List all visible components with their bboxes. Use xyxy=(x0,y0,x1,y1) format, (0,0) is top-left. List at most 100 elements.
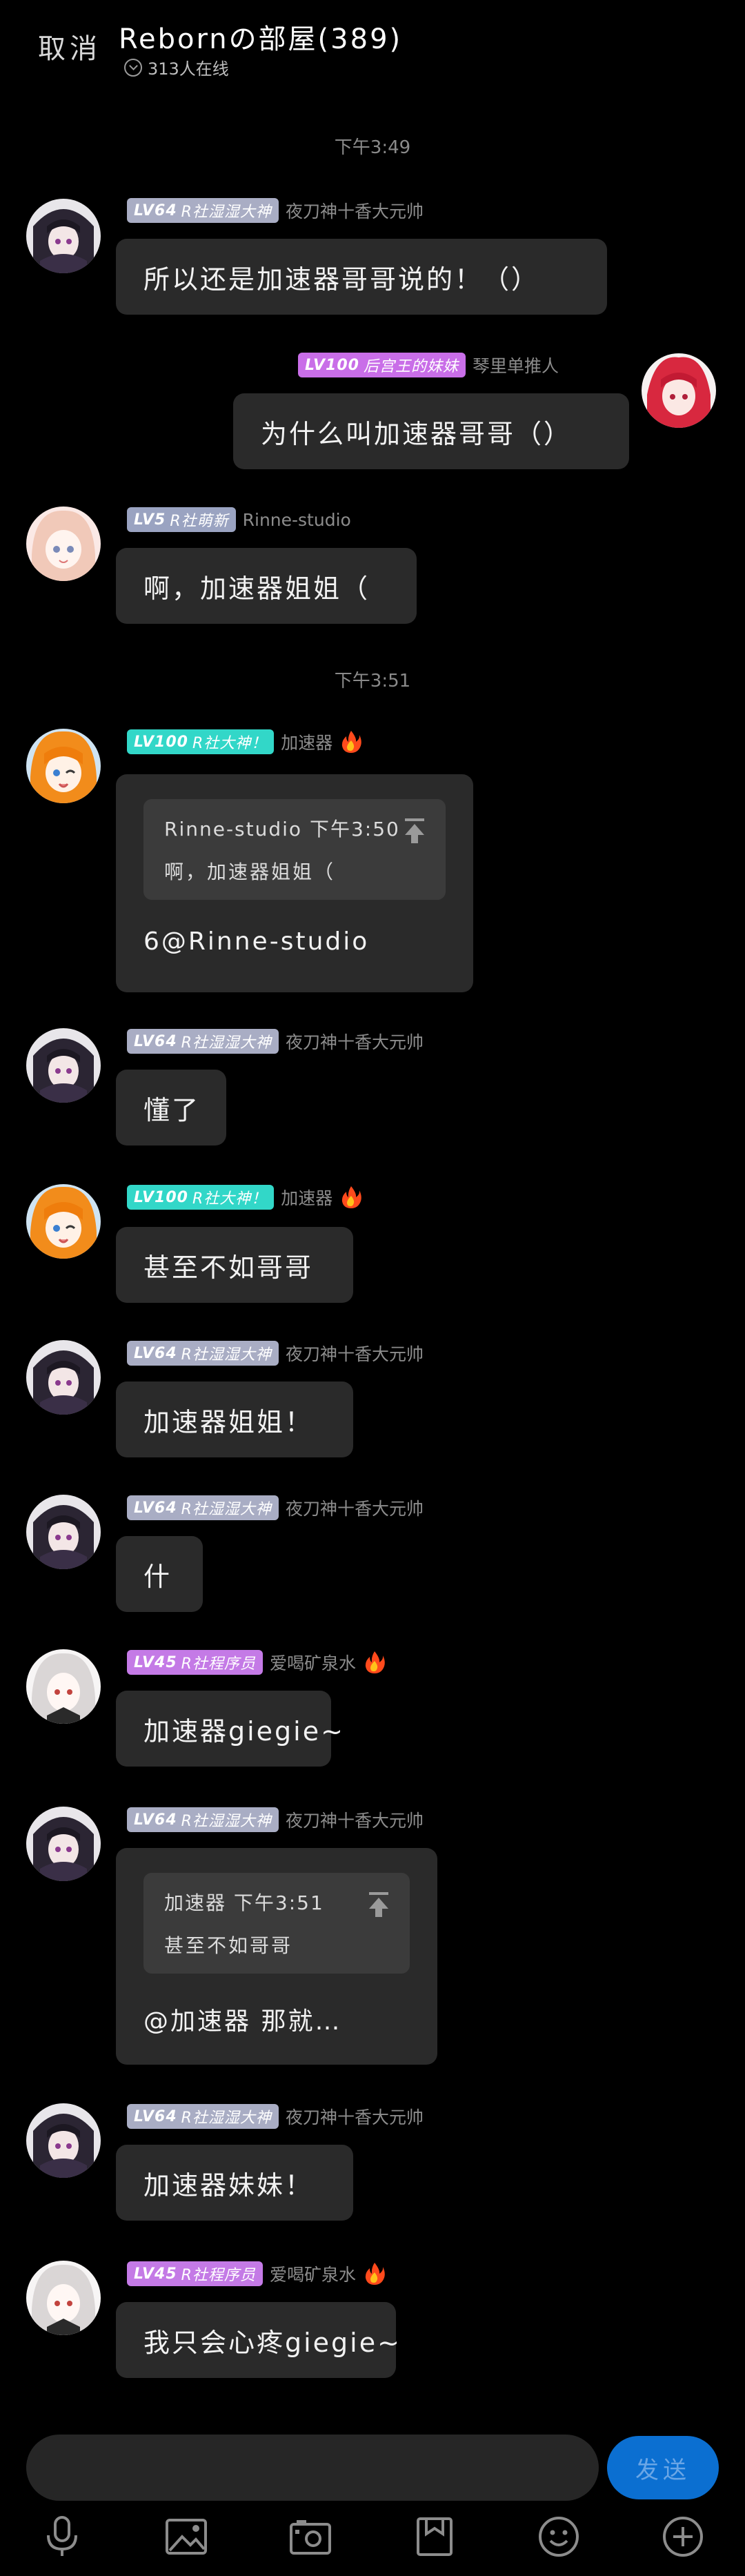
flame-icon xyxy=(342,1186,362,1208)
badge-title: R社湿湿大神 xyxy=(181,1813,272,1830)
message-text: 加速器妹妹！ xyxy=(143,2170,314,2201)
message-meta: LV100 后宫王的妹妹 琴里单推人 xyxy=(298,352,559,378)
message-text: 懂了 xyxy=(143,1094,201,1125)
level-badge: LV64 R社湿湿大神 xyxy=(127,1029,279,1054)
message-text: 什 xyxy=(143,1561,172,1592)
avatar[interactable] xyxy=(26,1495,101,1569)
quote-text: 甚至不如哥哥 xyxy=(164,1934,293,1957)
emoji-icon[interactable] xyxy=(534,2512,584,2562)
nickname[interactable]: 夜刀神十香大元帅 xyxy=(286,1495,424,1520)
reply-bubble[interactable]: Rinne-studio 下午3:50 啊，加速器姐姐（ 6@Rinne-stu… xyxy=(116,774,473,992)
nickname[interactable]: 琴里单推人 xyxy=(473,353,559,377)
nickname[interactable]: 爱喝矿泉水 xyxy=(270,1650,356,1675)
message-meta: LV100 R社大神！ 加速器 xyxy=(127,729,363,755)
message-text: 我只会心疼giegie~ xyxy=(143,2327,401,2358)
message-text: 啊，加速器姐姐（ xyxy=(143,573,370,604)
level-badge: LV64 R社湿湿大神 xyxy=(127,198,279,223)
message-meta: LV64 R社湿湿大神 夜刀神十香大元帅 xyxy=(127,1495,424,1521)
message-bubble[interactable]: 加速器姐姐！ xyxy=(116,1382,353,1457)
quote-header: 加速器 下午3:51 xyxy=(164,1891,324,1914)
avatar[interactable] xyxy=(26,1649,101,1724)
flame-icon xyxy=(365,2263,385,2285)
reply-bubble[interactable]: 加速器 下午3:51 甚至不如哥哥 @加速器 那就… xyxy=(116,1848,437,2065)
nickname[interactable]: 夜刀神十香大元帅 xyxy=(286,2104,424,2129)
message-bubble[interactable]: 为什么叫加速器哥哥（） xyxy=(233,393,629,469)
message-text: @加速器 那就… xyxy=(143,2007,342,2036)
flame-icon xyxy=(342,731,362,753)
badge-title: R社湿湿大神 xyxy=(181,1346,272,1364)
camera-icon[interactable] xyxy=(286,2512,335,2562)
message-bubble[interactable]: 加速器妹妹！ xyxy=(116,2145,353,2221)
message-text: 为什么叫加速器哥哥（） xyxy=(261,418,573,449)
message-meta: LV100 R社大神！ 加速器 xyxy=(127,1184,363,1210)
message-bubble[interactable]: 懂了 xyxy=(116,1070,226,1146)
message-meta: LV45 R社程序员 爱喝矿泉水 xyxy=(127,2261,386,2287)
nickname[interactable]: Rinne-studio xyxy=(243,510,351,530)
nickname[interactable]: 夜刀神十香大元帅 xyxy=(286,198,424,223)
message-bubble[interactable]: 我只会心疼giegie~ xyxy=(116,2302,399,2378)
message-meta: LV45 R社程序员 爱喝矿泉水 xyxy=(127,1649,386,1675)
jump-to-message-icon[interactable] xyxy=(367,1891,390,1918)
avatar[interactable] xyxy=(26,1184,101,1259)
nickname[interactable]: 夜刀神十香大元帅 xyxy=(286,1807,424,1832)
avatar[interactable] xyxy=(26,507,101,581)
avatar[interactable] xyxy=(26,1028,101,1103)
online-status[interactable]: 313人在线 xyxy=(124,55,229,79)
nickname[interactable]: 夜刀神十香大元帅 xyxy=(286,1341,424,1366)
flame-icon xyxy=(365,1651,385,1673)
level: LV100 xyxy=(305,356,359,374)
cancel-button[interactable]: 取消 xyxy=(38,26,101,66)
message-bubble[interactable]: 什 xyxy=(116,1536,203,1612)
level-badge: LV64 R社湿湿大神 xyxy=(127,1341,279,1366)
bookmark-icon[interactable] xyxy=(410,2512,459,2562)
jump-to-message-icon[interactable] xyxy=(403,817,426,845)
message-meta: LV64 R社湿湿大神 夜刀神十香大元帅 xyxy=(127,1807,424,1833)
chevron-down-icon xyxy=(124,58,142,77)
level-badge: LV64 R社湿湿大神 xyxy=(127,1495,279,1520)
message-bubble[interactable]: 甚至不如哥哥 xyxy=(116,1227,353,1303)
nickname[interactable]: 爱喝矿泉水 xyxy=(270,2261,356,2286)
quote-text: 啊，加速器姐姐（ xyxy=(164,861,336,883)
badge-title: R社湿湿大神 xyxy=(181,1501,272,1518)
avatar[interactable] xyxy=(26,1807,101,1881)
avatar[interactable] xyxy=(26,1340,101,1415)
chat-header: 取消 Rebornの部屋(389) 313人在线 xyxy=(0,0,745,97)
level: LV64 xyxy=(134,201,177,219)
message-bubble[interactable]: 啊，加速器姐姐（ xyxy=(116,548,417,624)
image-icon[interactable] xyxy=(161,2512,211,2562)
avatar[interactable] xyxy=(26,2103,101,2178)
quoted-message[interactable]: 加速器 下午3:51 甚至不如哥哥 xyxy=(143,1873,410,1974)
send-button[interactable]: 发送 xyxy=(607,2436,719,2499)
message-text: 加速器giegie~ xyxy=(143,1715,345,1747)
badge-title: R社程序员 xyxy=(181,1655,256,1673)
badge-title: R社大神！ xyxy=(192,735,268,752)
timestamp: 下午3:51 xyxy=(334,671,411,691)
avatar[interactable] xyxy=(26,2261,101,2335)
message-input[interactable] xyxy=(26,2435,599,2501)
message-meta: LV5 R社萌新 Rinne-studio xyxy=(127,507,351,533)
level-badge: LV100 R社大神！ xyxy=(127,729,275,754)
level-badge: LV100 R社大神！ xyxy=(127,1185,275,1210)
message-bubble[interactable]: 加速器giegie~ xyxy=(116,1691,343,1767)
nickname[interactable]: 加速器 xyxy=(281,1185,332,1210)
quoted-message[interactable]: Rinne-studio 下午3:50 啊，加速器姐姐（ xyxy=(143,799,446,900)
avatar[interactable] xyxy=(642,353,716,428)
room-title: Rebornの部屋(389) xyxy=(119,23,403,55)
level: LV64 xyxy=(134,1811,177,1829)
plus-icon[interactable] xyxy=(658,2512,708,2562)
message-text: 加速器姐姐！ xyxy=(143,1406,314,1437)
nickname[interactable]: 夜刀神十香大元帅 xyxy=(286,1029,424,1054)
timestamp: 下午3:49 xyxy=(334,137,411,158)
level-badge: LV5 R社萌新 xyxy=(127,507,236,532)
message-meta: LV64 R社湿湿大神 夜刀神十香大元帅 xyxy=(127,1028,424,1054)
message-meta: LV64 R社湿湿大神 夜刀神十香大元帅 xyxy=(127,197,424,224)
microphone-icon[interactable] xyxy=(37,2512,87,2562)
avatar[interactable] xyxy=(26,199,101,273)
nickname[interactable]: 加速器 xyxy=(281,729,332,754)
avatar[interactable] xyxy=(26,729,101,803)
level: LV64 xyxy=(134,2107,177,2125)
message-meta: LV64 R社湿湿大神 夜刀神十香大元帅 xyxy=(127,2103,424,2130)
quote-header: Rinne-studio 下午3:50 xyxy=(164,818,400,840)
message-bubble[interactable]: 所以还是加速器哥哥说的！（） xyxy=(116,239,607,315)
message-text: 甚至不如哥哥 xyxy=(143,1252,314,1283)
